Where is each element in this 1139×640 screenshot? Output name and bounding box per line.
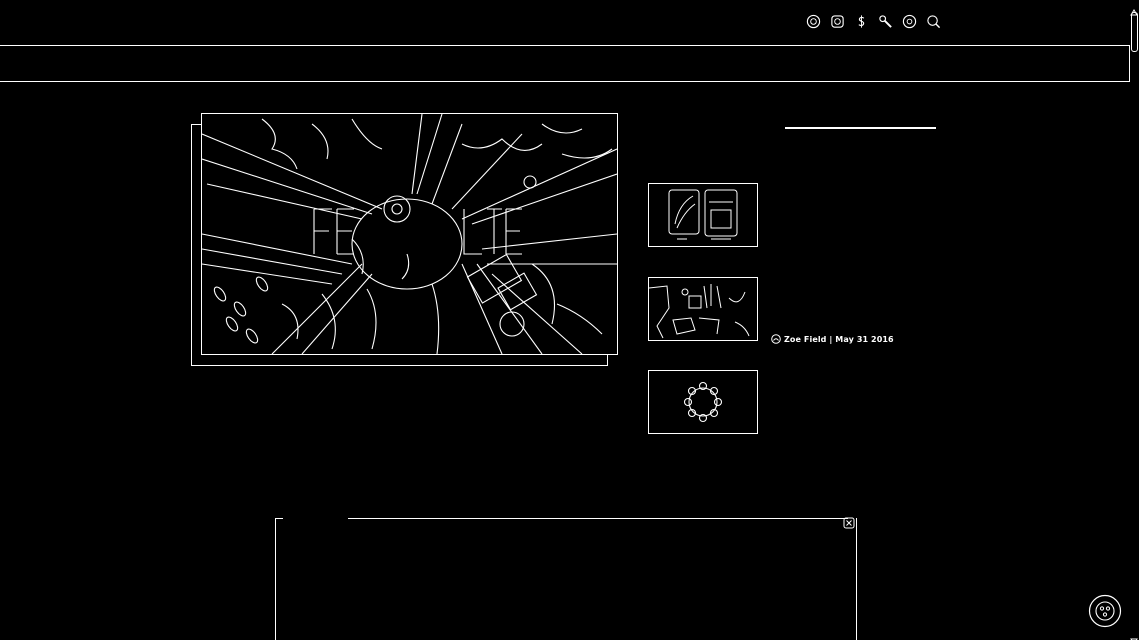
scroll-down-icon[interactable] xyxy=(1130,630,1138,640)
scroll-up-icon[interactable] xyxy=(1130,2,1138,16)
chat-icon[interactable] xyxy=(1088,594,1122,628)
scroll-thumb[interactable] xyxy=(1131,12,1138,52)
search-icon[interactable] xyxy=(926,14,941,29)
ring-image[interactable] xyxy=(648,370,758,434)
panel-corner xyxy=(275,518,283,519)
header-divider-bottom xyxy=(0,81,1130,82)
article-meta-text: Zoe Field | May 31 2016 xyxy=(784,334,894,344)
dollar-icon[interactable] xyxy=(854,14,869,29)
wrench-icon[interactable] xyxy=(878,14,893,29)
panel-top-border xyxy=(348,518,848,519)
instagram-icon[interactable] xyxy=(830,14,845,29)
scene-image[interactable] xyxy=(648,277,758,341)
section-rule xyxy=(785,127,936,129)
target-icon[interactable] xyxy=(902,14,917,29)
scrollbar[interactable] xyxy=(1129,0,1139,640)
cards-image[interactable] xyxy=(648,183,758,247)
page: Zoe Field | May 31 2016 xyxy=(0,0,1139,640)
bottom-panel xyxy=(275,518,857,640)
artwork-image[interactable] xyxy=(201,113,618,355)
top-toolbar xyxy=(806,14,941,29)
header-divider-top xyxy=(0,45,1130,46)
globe-icon[interactable] xyxy=(806,14,821,29)
avatar-icon xyxy=(771,334,781,344)
article-meta: Zoe Field | May 31 2016 xyxy=(771,334,894,344)
close-icon[interactable] xyxy=(843,517,855,529)
featured-article[interactable] xyxy=(191,113,621,367)
